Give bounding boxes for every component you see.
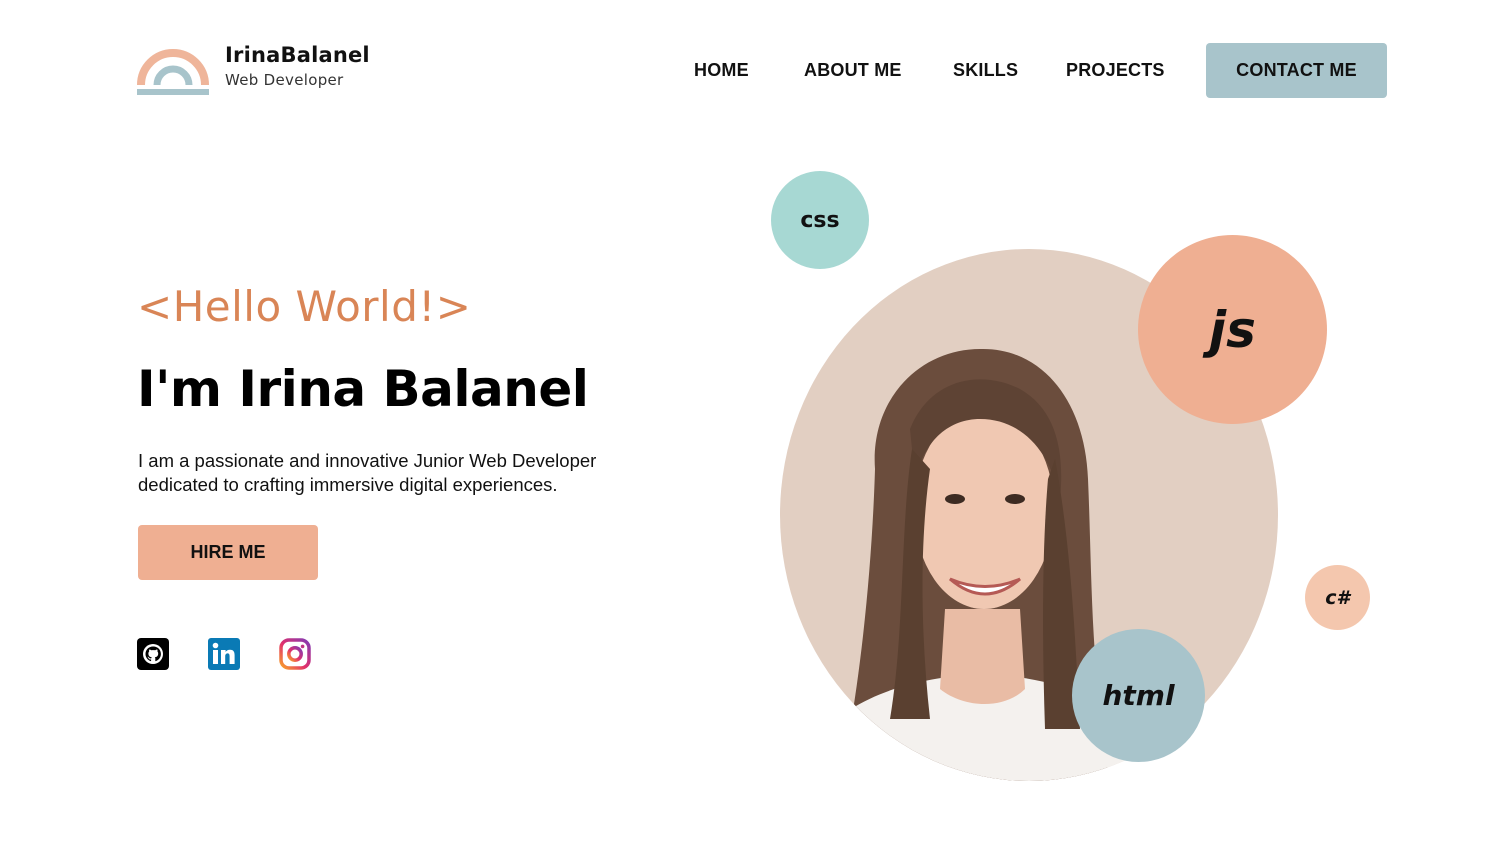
linkedin-icon[interactable] [208, 638, 240, 670]
js-skill-bubble: js [1138, 235, 1327, 424]
nav-home-link[interactable]: HOME [694, 60, 749, 81]
nav-projects-link[interactable]: PROJECTS [1066, 60, 1165, 81]
csharp-skill-bubble: c# [1305, 565, 1370, 630]
hero-intro: I am a passionate and innovative Junior … [138, 449, 638, 497]
hero-headline: I'm Irina Balanel [137, 360, 589, 418]
intro-line-2: dedicated to crafting immersive digital … [138, 474, 558, 495]
nav-about-link[interactable]: ABOUT ME [804, 60, 902, 81]
github-icon[interactable] [137, 638, 169, 670]
css-skill-bubble: css [771, 171, 869, 269]
html-skill-bubble: html [1072, 629, 1205, 762]
main-nav: HOME ABOUT ME SKILLS PROJECTS CONTACT ME [0, 43, 1512, 98]
intro-line-1: I am a passionate and innovative Junior … [138, 450, 597, 471]
contact-me-button[interactable]: CONTACT ME [1206, 43, 1387, 98]
nav-skills-link[interactable]: SKILLS [953, 60, 1018, 81]
hello-world-greeting: <Hello World!> [137, 282, 472, 331]
instagram-icon[interactable] [279, 638, 311, 670]
hire-me-button[interactable]: HIRE ME [138, 525, 318, 580]
portfolio-page: IrinaBalanel Web Developer HOME ABOUT ME… [0, 0, 1512, 841]
